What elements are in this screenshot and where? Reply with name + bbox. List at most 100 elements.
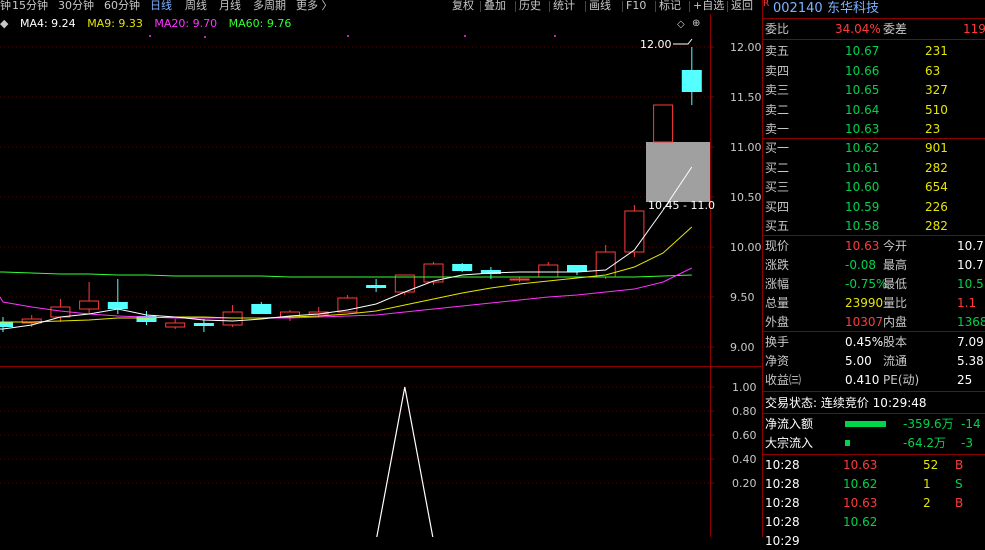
stock-name[interactable]: 东华科技	[827, 0, 879, 18]
tick-time: 10:28	[765, 477, 800, 491]
candle-body-up	[624, 210, 645, 253]
toolbar-button[interactable]: 历史	[519, 0, 541, 12]
stat-row: 收益㈢ 0.410 PE(动) 25	[765, 371, 985, 389]
stat-value: -0.75%	[845, 277, 888, 291]
toolbar-separator	[622, 1, 623, 12]
order-row: 卖一 10.63 23	[765, 120, 985, 138]
price-tick-label: 11.00	[730, 141, 762, 154]
order-volume: 327	[925, 83, 948, 97]
toolbar-button[interactable]: 标记	[659, 0, 681, 12]
candle-body-down	[366, 285, 387, 288]
toolbar-item[interactable]: 钟	[0, 0, 11, 12]
toolbar-separator	[655, 1, 656, 12]
stat-value: 5.38	[957, 354, 984, 368]
toolbar-button[interactable]: +自选	[693, 0, 724, 12]
stat-label: 涨跌	[765, 258, 790, 272]
stat-value: 23990	[845, 296, 884, 310]
order-row: 买五 10.58 282	[765, 217, 985, 235]
order-label: 买五	[765, 219, 790, 233]
indicator-tick-label: 0.60	[732, 429, 757, 442]
kline-chart[interactable]: 12.00 11.50 11.00 10.50 10.00 9.50 9.00 12.00 10…	[0, 0, 762, 537]
candle-body-up	[653, 104, 674, 143]
divider	[763, 331, 985, 332]
toolbar-separator	[585, 1, 586, 12]
order-price: 10.67	[845, 44, 880, 58]
order-label: 卖三	[765, 83, 790, 97]
order-row: 卖五 10.67 231	[765, 42, 985, 60]
order-price: 10.59	[845, 199, 880, 214]
candle-body-down	[107, 302, 128, 309]
toolbar-item[interactable]: 多周期	[253, 0, 286, 12]
price-tick-label: 12.00	[730, 41, 762, 54]
stat-row: 外盘 10307 内盘 1368	[765, 313, 985, 331]
toolbar-item[interactable]: 月线	[219, 0, 241, 12]
toolbar-item[interactable]: 日线	[150, 0, 172, 12]
order-price: 10.65	[845, 83, 880, 97]
stat-label: 现价	[765, 239, 790, 253]
stock-mark: R	[763, 0, 770, 9]
order-volume: 231	[925, 44, 948, 58]
stat-label: 外盘	[765, 315, 790, 329]
price-tick-label: 9.50	[730, 291, 755, 304]
price-tick-label: 11.50	[730, 91, 762, 104]
stat-value: 1.1	[957, 296, 977, 310]
tick-price: 10.62	[843, 515, 878, 529]
stat-value: 10.5	[957, 277, 984, 291]
price-tick-label: 10.00	[730, 241, 762, 254]
toolbar-item[interactable]: 60分钟	[104, 0, 140, 12]
tick-flag: S	[955, 477, 963, 491]
weicha-label: 委差	[883, 22, 908, 36]
stat-label: 涨幅	[765, 277, 790, 291]
indicator-tick-label: 1.00	[732, 381, 757, 394]
stat-value: 25	[957, 373, 973, 387]
order-row: 买四 10.59 226	[765, 198, 985, 216]
divider	[763, 18, 985, 19]
legend-marker: ◆	[0, 17, 9, 30]
stat-value: 0.410	[845, 373, 880, 387]
order-volume: 901	[925, 141, 948, 155]
toolbar-button[interactable]: 返回	[731, 0, 753, 12]
settings-icon: ⊕	[692, 18, 700, 29]
toolbar-separator	[549, 1, 550, 12]
toolbar-button[interactable]: 统计	[553, 0, 575, 12]
weicha-value: 119	[963, 22, 985, 36]
order-price: 10.62	[845, 141, 880, 155]
tick-time: 10:28	[765, 496, 800, 510]
flow-extra: -3	[961, 436, 973, 450]
flow-value: -64.2万	[903, 436, 947, 450]
stat-row: 现价 10.63 今开 10.7	[765, 237, 985, 255]
toolbar-button[interactable]: 画线	[589, 0, 611, 12]
candle-body-up	[538, 264, 559, 278]
tick-row: 10:29	[765, 532, 985, 550]
tick-time: 10:28	[765, 458, 800, 472]
indicator-tick-label: 0.40	[732, 453, 757, 466]
tick-price: 10.63	[843, 496, 878, 510]
flow-row: 净流入额 -359.6万 -14	[765, 415, 985, 433]
intraday-range-box	[646, 142, 710, 202]
ma60-line	[0, 271, 692, 278]
toolbar-button[interactable]: F10	[626, 0, 646, 12]
toolbar-button[interactable]: 叠加	[484, 0, 506, 12]
toolbar-item[interactable]: 周线	[185, 0, 207, 12]
toolbar-button[interactable]: 复权	[452, 0, 474, 12]
stat-label: 最高	[883, 258, 908, 272]
order-label: 买二	[765, 160, 790, 175]
toolbar-item[interactable]: 更多 〉	[296, 0, 333, 12]
divider	[763, 39, 985, 40]
toolbar-item[interactable]: 30分钟	[58, 0, 94, 12]
candle-body-up	[79, 300, 100, 310]
stat-label: PE(动)	[883, 373, 920, 387]
candle-body-down	[193, 323, 214, 326]
flow-bar	[845, 440, 850, 446]
order-label: 买一	[765, 141, 790, 155]
toolbar-item[interactable]: 15分钟	[12, 0, 48, 12]
order-price: 10.61	[845, 160, 880, 175]
diamond-icon: ◇	[677, 19, 685, 30]
order-label: 买三	[765, 180, 790, 194]
toolbar-separator	[689, 1, 690, 12]
stock-code[interactable]: 002140	[773, 0, 823, 18]
order-volume: 282	[925, 219, 948, 233]
high-price-label: 12.00	[640, 38, 672, 51]
stat-value: 7.09	[957, 335, 984, 349]
indicator-tick-label: 0.20	[732, 477, 757, 490]
